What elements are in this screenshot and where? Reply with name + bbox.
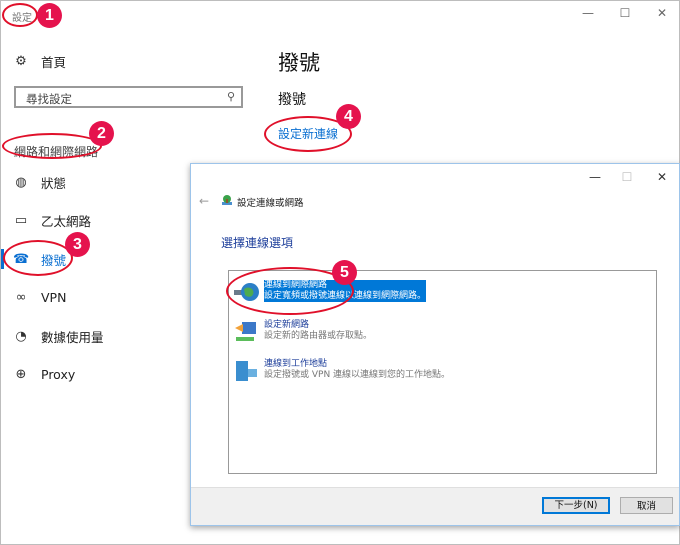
ethernet-icon: ▭ [14,212,28,228]
annotation-badge-5: 5 [332,260,357,285]
nav-proxy[interactable]: ⊕ Proxy [13,364,76,384]
gear-icon: ⚙ [15,53,27,69]
dialog-title: 設定連線或網路 [237,198,304,209]
option-title: 設定新網路 [264,320,310,330]
globe-icon: ⊕ [15,366,27,382]
option-title: 連線到工作地點 [264,359,328,369]
annotation-badge-4: 4 [336,104,361,129]
annotation-badge-1: 1 [37,3,62,28]
nav-home[interactable]: ⚙ 首頁 [13,51,66,71]
data-usage-icon: ◔ [15,328,27,344]
dialog-close-button[interactable]: ✕ [653,170,671,184]
next-button[interactable]: 下一步(N) [542,497,610,514]
vpn-icon: ∞ [15,289,27,305]
nav-label: 數據使用量 [41,329,104,345]
nav-status[interactable]: ◍ 狀態 [13,172,66,192]
search-placeholder: 尋找設定 [26,92,72,106]
back-arrow-icon[interactable]: ← [199,194,209,208]
nav-label: Proxy [41,366,76,382]
section-title: 撥號 [278,92,306,108]
option-description: 設定新的路由器或存取點。 [264,331,373,341]
option-connect-workplace[interactable]: 連線到工作地點 設定撥號或 VPN 連線以連線到您的工作地點。 [233,359,450,383]
network-setup-icon [222,195,232,205]
dialog-minimize-button[interactable]: — [586,170,604,184]
router-icon [235,322,256,341]
dialog-maximize-button[interactable]: ☐ [618,170,636,184]
annotation-ellipse-3 [3,240,73,276]
page-title: 撥號 [278,51,320,75]
nav-vpn[interactable]: ∞ VPN [13,287,67,307]
nav-ethernet[interactable]: ▭ 乙太網路 [13,210,91,230]
annotation-badge-2: 2 [89,121,114,146]
globe-monitor-icon: ◍ [15,174,27,190]
cancel-button[interactable]: 取消 [620,497,673,514]
nav-label: VPN [41,289,67,305]
annotation-badge-3: 3 [65,232,90,257]
search-input[interactable]: 尋找設定 ⚲ [14,86,243,108]
dialog-heading: 選擇連線選項 [221,236,294,250]
option-description: 設定撥號或 VPN 連線以連線到您的工作地點。 [264,370,451,380]
nav-data-usage[interactable]: ◔ 數據使用量 [13,326,104,346]
annotation-ellipse-1 [2,3,38,27]
annotation-ellipse-2 [2,133,102,159]
setup-connection-dialog: — ☐ ✕ ← 設定連線或網路 選擇連線選項 連線到網際網路 設定寬頻或撥號連線… [190,163,680,526]
maximize-button[interactable]: ☐ [615,6,635,20]
workplace-building-icon [236,361,257,381]
nav-label: 狀態 [41,175,67,191]
search-icon[interactable]: ⚲ [227,90,235,103]
close-button[interactable]: ✕ [652,6,672,20]
nav-home-label: 首頁 [41,54,67,70]
option-new-network[interactable]: 設定新網路 設定新的路由器或存取點。 [233,320,372,344]
dialog-footer: 下一步(N) 取消 [191,487,679,525]
minimize-button[interactable]: — [578,6,598,20]
nav-label: 乙太網路 [41,213,92,229]
